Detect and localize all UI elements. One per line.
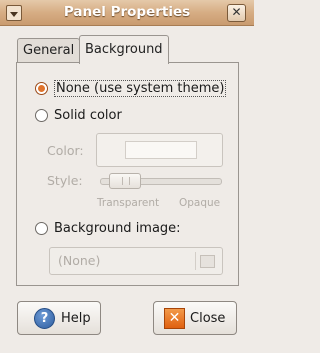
- image-file-value: (None): [58, 253, 101, 268]
- window-close-icon[interactable]: ✕: [227, 4, 246, 22]
- help-icon: ?: [34, 307, 55, 329]
- image-file-chooser[interactable]: (None): [49, 247, 223, 275]
- folder-icon: [200, 255, 215, 268]
- tab-background[interactable]: Background: [79, 35, 169, 64]
- title-bar: Panel Properties ✕: [0, 0, 254, 26]
- style-label: Style:: [47, 173, 83, 188]
- color-swatch: [125, 141, 197, 159]
- slider-grip-icon: [122, 177, 130, 185]
- radio-button[interactable]: [35, 109, 48, 122]
- slider-max-label: Opaque: [179, 197, 221, 209]
- close-button-label: Close: [190, 310, 226, 326]
- radio-background-image-label: Background image:: [54, 221, 181, 236]
- close-button[interactable]: ✕ Close: [153, 301, 237, 335]
- color-label: Color:: [47, 143, 84, 158]
- style-slider-thumb[interactable]: [109, 173, 141, 189]
- radio-none[interactable]: None (use system theme): [35, 80, 227, 97]
- radio-button-checked[interactable]: [35, 82, 48, 95]
- radio-solid-color-label: Solid color: [54, 108, 122, 123]
- combo-separator: [195, 252, 196, 270]
- tab-general[interactable]: General: [17, 38, 81, 63]
- color-picker-button[interactable]: [96, 133, 223, 167]
- radio-none-label: None (use system theme): [54, 80, 227, 97]
- background-tab-panel: None (use system theme) Solid color Colo…: [16, 62, 239, 286]
- window-title: Panel Properties: [63, 4, 191, 20]
- radio-background-image[interactable]: Background image:: [35, 221, 181, 236]
- help-button[interactable]: ? Help: [17, 301, 101, 335]
- help-button-label: Help: [61, 310, 91, 326]
- slider-min-label: Transparent: [97, 197, 160, 209]
- radio-solid-color[interactable]: Solid color: [35, 108, 122, 123]
- close-icon: ✕: [164, 307, 185, 329]
- radio-button[interactable]: [35, 222, 48, 235]
